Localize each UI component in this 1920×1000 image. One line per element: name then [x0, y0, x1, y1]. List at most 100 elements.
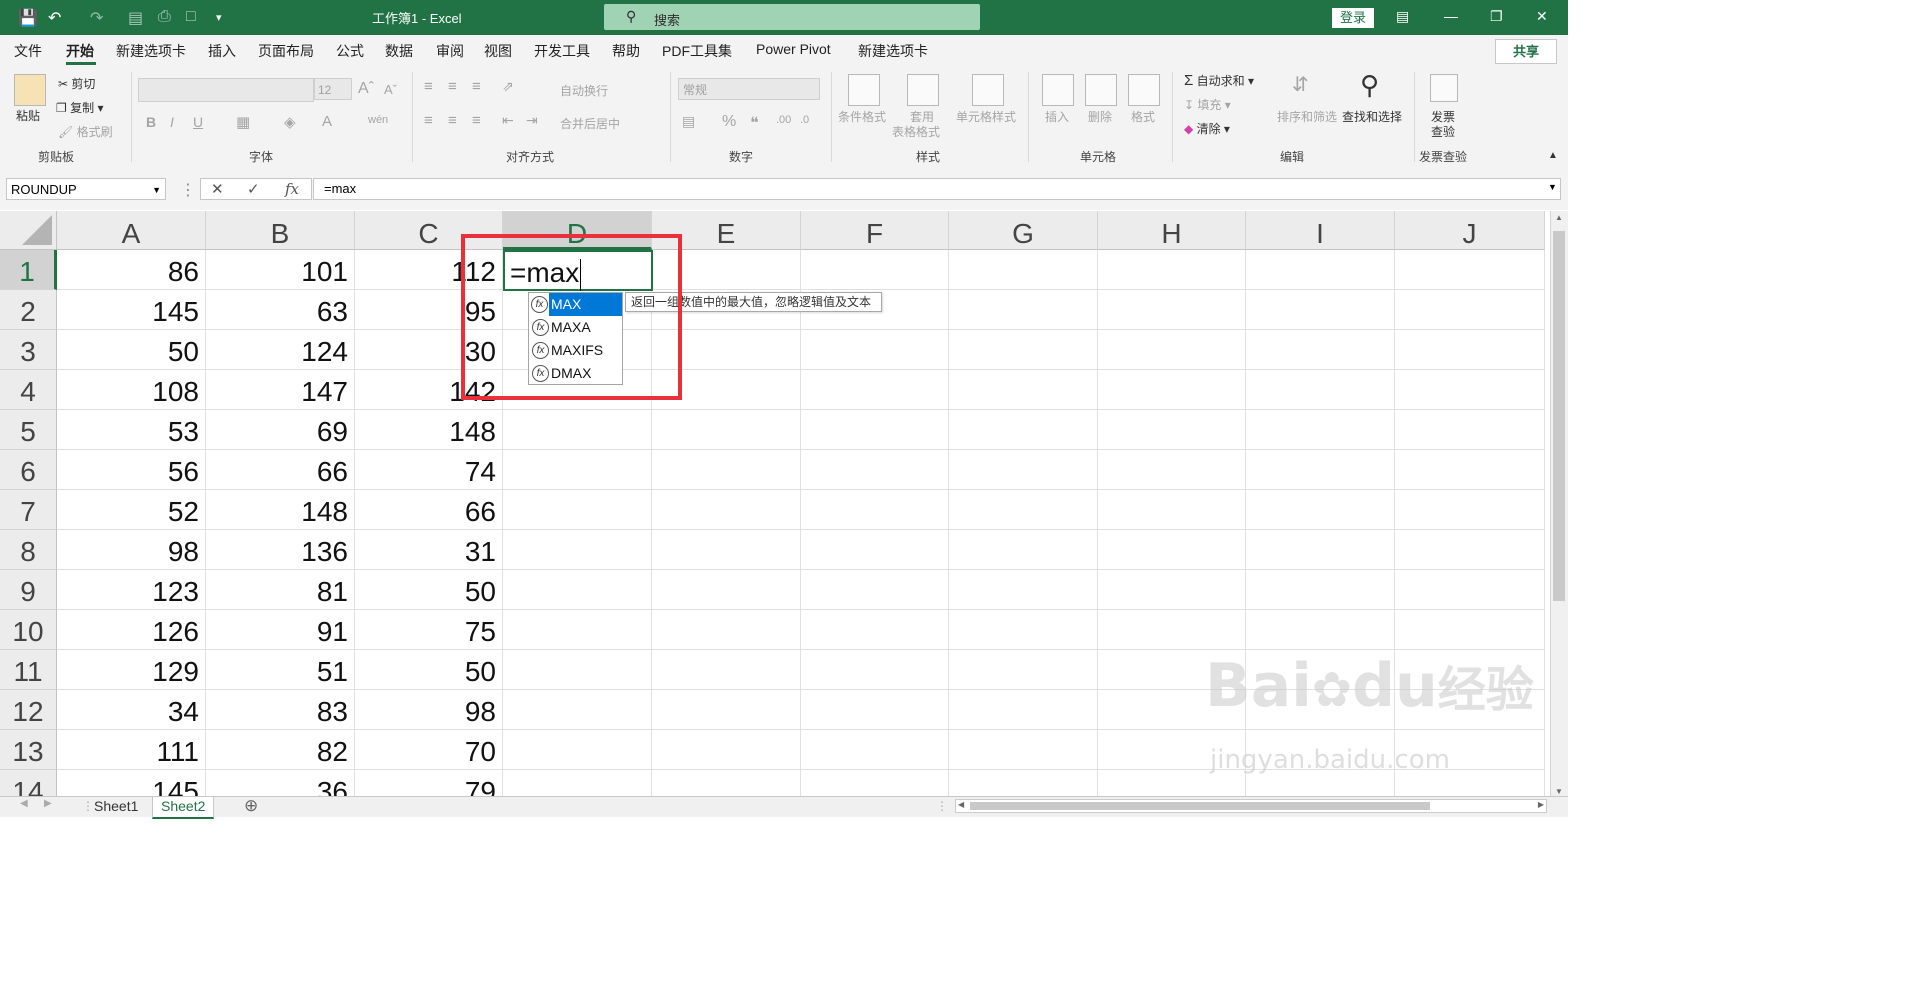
- cell-empty[interactable]: [1098, 570, 1246, 610]
- cell-styles-button[interactable]: 单元格样式: [956, 108, 1016, 125]
- row-header[interactable]: 6: [0, 450, 57, 490]
- font-size-select[interactable]: 12: [314, 78, 352, 100]
- row-header[interactable]: 8: [0, 530, 57, 570]
- tab-view[interactable]: 视图: [484, 41, 512, 61]
- login-button[interactable]: 登录: [1332, 8, 1374, 28]
- minimize-icon[interactable]: —: [1444, 8, 1458, 24]
- cell-empty[interactable]: [801, 690, 949, 730]
- column-header-g[interactable]: G: [949, 211, 1098, 250]
- cell-empty[interactable]: [801, 330, 949, 370]
- format-painter-button[interactable]: 🖌 格式刷: [58, 123, 113, 140]
- cell-empty[interactable]: [801, 250, 949, 290]
- cell-a[interactable]: 145: [57, 290, 206, 330]
- row-header[interactable]: 4: [0, 370, 57, 410]
- sort-filter-button[interactable]: 排序和筛选: [1277, 108, 1337, 125]
- cell-empty[interactable]: [503, 450, 652, 490]
- cell-styles-icon[interactable]: [972, 74, 1004, 106]
- cell-empty[interactable]: [949, 330, 1098, 370]
- cell-empty[interactable]: [801, 370, 949, 410]
- vertical-scrollbar[interactable]: ▲ ▼: [1550, 211, 1568, 798]
- cell-c[interactable]: 74: [355, 450, 503, 490]
- cancel-icon[interactable]: ✕: [211, 180, 224, 198]
- cell-empty[interactable]: [1246, 490, 1395, 530]
- font-name-select[interactable]: [138, 78, 314, 102]
- decrease-indent-icon[interactable]: ⇤: [502, 112, 514, 129]
- cell-empty[interactable]: [1395, 250, 1545, 290]
- cell-a[interactable]: 50: [57, 330, 206, 370]
- cell-a[interactable]: 108: [57, 370, 206, 410]
- insert-function-icon[interactable]: fx: [285, 180, 299, 198]
- cell-empty[interactable]: [503, 410, 652, 450]
- cell-empty[interactable]: [1246, 570, 1395, 610]
- accounting-icon[interactable]: ▤: [682, 113, 695, 130]
- cell-b[interactable]: 63: [206, 290, 355, 330]
- search-box[interactable]: ⚲ 搜索: [604, 4, 980, 30]
- redo-icon[interactable]: ↷: [90, 8, 103, 28]
- next-sheet-icon[interactable]: ▶: [44, 798, 52, 809]
- font-color-icon[interactable]: A: [322, 113, 332, 130]
- cell-empty[interactable]: [652, 570, 801, 610]
- paste-icon[interactable]: [14, 74, 46, 106]
- cell-b[interactable]: 69: [206, 410, 355, 450]
- cell-empty[interactable]: [949, 450, 1098, 490]
- prev-sheet-icon[interactable]: ◀: [20, 798, 28, 809]
- cell-a[interactable]: 111: [57, 730, 206, 770]
- row-header[interactable]: 9: [0, 570, 57, 610]
- cell-empty[interactable]: [1098, 370, 1246, 410]
- delete-cells-icon[interactable]: [1085, 74, 1117, 106]
- cell-b[interactable]: 101: [206, 250, 355, 290]
- align-bottom-icon[interactable]: ≡: [472, 78, 481, 95]
- cell-empty[interactable]: [1098, 610, 1246, 650]
- cell-empty[interactable]: [1395, 610, 1545, 650]
- sheet-tab-sheet1[interactable]: Sheet1: [86, 797, 146, 817]
- form-icon[interactable]: ▤: [128, 8, 143, 28]
- cell-b[interactable]: 124: [206, 330, 355, 370]
- fill-button[interactable]: ↧ 填充 ▾: [1184, 96, 1231, 113]
- column-header-i[interactable]: I: [1246, 211, 1395, 250]
- tab-developer[interactable]: 开发工具: [534, 41, 590, 61]
- cell-b[interactable]: 82: [206, 730, 355, 770]
- row-header[interactable]: 3: [0, 330, 57, 370]
- cell-c[interactable]: 50: [355, 650, 503, 690]
- horizontal-scrollbar[interactable]: ◀ ▶: [955, 799, 1547, 813]
- find-select-button[interactable]: 查找和选择: [1342, 108, 1402, 125]
- cell-empty[interactable]: [949, 650, 1098, 690]
- split-handle-icon[interactable]: ⋮: [936, 799, 948, 813]
- cell-empty[interactable]: [1246, 290, 1395, 330]
- cut-button[interactable]: ✂ 剪切: [58, 75, 95, 92]
- tab-insert[interactable]: 插入: [208, 41, 236, 61]
- paste-button[interactable]: 粘贴: [16, 107, 40, 124]
- sheet-tab-sheet2[interactable]: Sheet2: [152, 797, 215, 819]
- cell-empty[interactable]: [503, 530, 652, 570]
- fill-color-icon[interactable]: ◈: [284, 113, 296, 131]
- align-left-icon[interactable]: ≡: [424, 112, 433, 129]
- cell-empty[interactable]: [652, 730, 801, 770]
- format-as-table-icon[interactable]: [907, 74, 939, 106]
- insert-cells-button[interactable]: 插入: [1045, 108, 1069, 125]
- restore-icon[interactable]: ❐: [1490, 8, 1503, 25]
- cell-empty[interactable]: [503, 570, 652, 610]
- tab-file[interactable]: 文件: [14, 41, 42, 61]
- tab-pdf-tools[interactable]: PDF工具集: [662, 41, 732, 61]
- cell-empty[interactable]: [949, 610, 1098, 650]
- format-as-table-line2[interactable]: 表格格式: [892, 123, 940, 140]
- cell-empty[interactable]: [1246, 370, 1395, 410]
- cell-empty[interactable]: [801, 610, 949, 650]
- column-header-j[interactable]: J: [1395, 211, 1545, 250]
- formula-input[interactable]: =max: [313, 178, 1561, 200]
- cell-empty[interactable]: [503, 650, 652, 690]
- bold-button[interactable]: B: [146, 114, 156, 130]
- cell-empty[interactable]: [801, 650, 949, 690]
- cell-a[interactable]: 53: [57, 410, 206, 450]
- conditional-format-icon[interactable]: [848, 74, 880, 106]
- phonetic-icon[interactable]: wén: [368, 114, 388, 126]
- percent-icon[interactable]: %: [722, 113, 736, 131]
- cell-empty[interactable]: [1395, 370, 1545, 410]
- merge-center-button[interactable]: 合并后居中: [560, 115, 620, 132]
- cell-empty[interactable]: [503, 730, 652, 770]
- cell-c[interactable]: 148: [355, 410, 503, 450]
- add-sheet-icon[interactable]: ⊕: [244, 796, 258, 816]
- cell-empty[interactable]: [949, 490, 1098, 530]
- expand-formula-icon[interactable]: ▼: [1548, 182, 1557, 192]
- name-box-dropdown-icon[interactable]: ▼: [152, 179, 161, 201]
